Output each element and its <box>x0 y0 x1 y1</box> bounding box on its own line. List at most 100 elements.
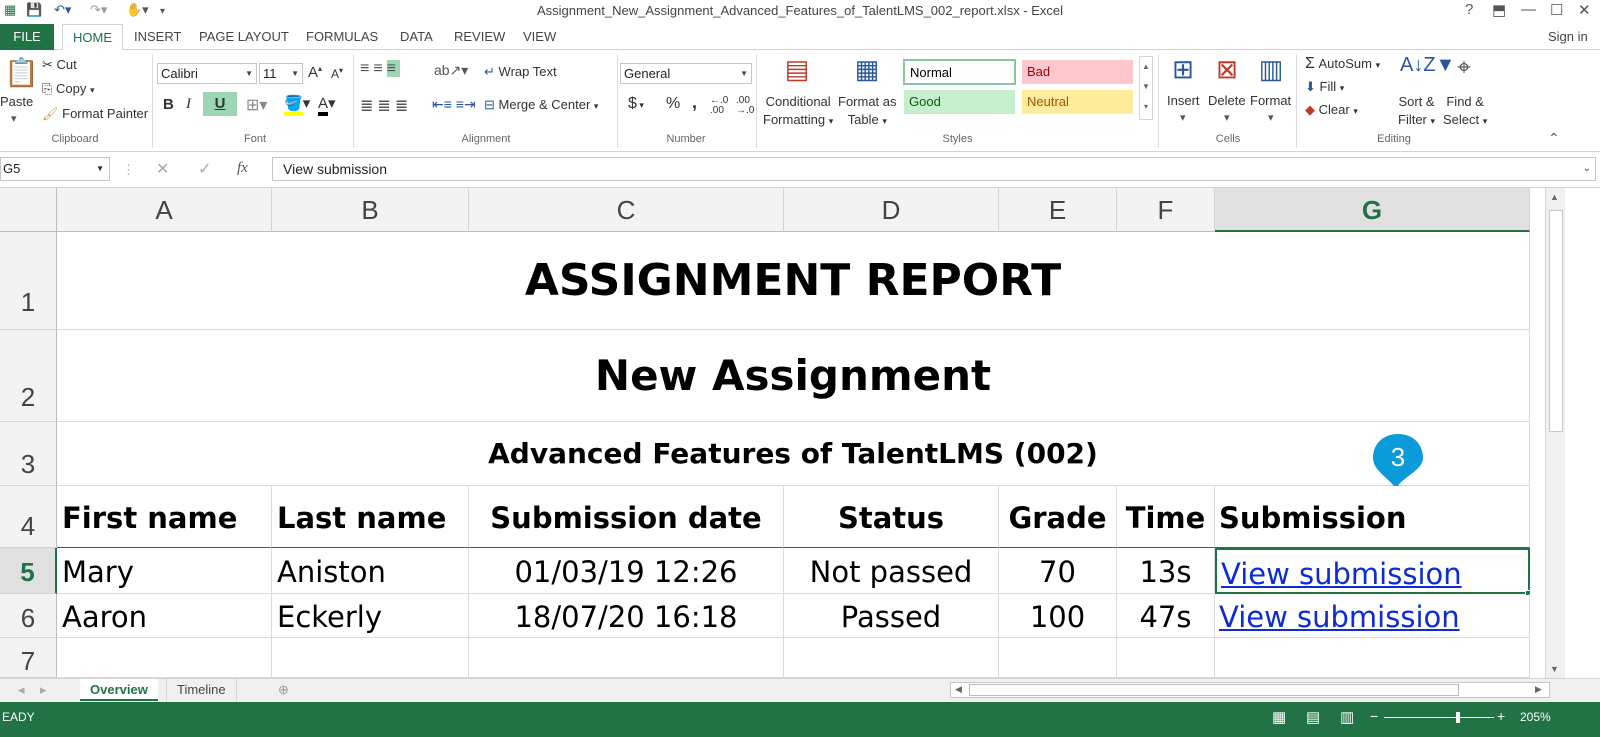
column-header-c[interactable]: C <box>469 188 784 232</box>
vertical-align-icons[interactable]: ≡≡≡ <box>360 60 401 78</box>
empty-cell[interactable] <box>784 638 999 678</box>
report-title[interactable]: ASSIGNMENT REPORT <box>57 232 1530 330</box>
empty-cell[interactable] <box>57 638 272 678</box>
select-all-button[interactable] <box>0 188 57 232</box>
find-select-button[interactable]: Find & Select ▾ <box>1443 93 1487 130</box>
name-box[interactable]: G5 ▼ <box>0 157 110 181</box>
merge-center-button[interactable]: ⊟ Merge & Center ▾ <box>484 97 598 113</box>
fill-button[interactable]: ⬇ Fill ▾ <box>1305 79 1344 95</box>
empty-cell[interactable] <box>999 638 1117 678</box>
view-submission-link[interactable]: View submission <box>1215 594 1530 638</box>
tab-review[interactable]: REVIEW <box>444 24 515 50</box>
zoom-in-icon[interactable]: + <box>1497 708 1505 724</box>
styles-scroll-icon[interactable]: ▲ ▼ ▾ <box>1139 56 1153 120</box>
sign-in-link[interactable]: Sign in <box>1548 24 1588 50</box>
collapse-ribbon-icon[interactable]: ⌃ <box>1548 130 1560 147</box>
percent-button[interactable]: % <box>666 95 680 113</box>
indent-icons[interactable]: ⇤≡ ≡⇥ <box>432 96 476 113</box>
conditional-formatting-button[interactable]: Conditional Formatting ▾ <box>763 93 833 130</box>
zoom-level[interactable]: 205% <box>1520 710 1551 724</box>
increase-decimal-icon[interactable]: ←.0.00 <box>710 96 728 116</box>
clear-button[interactable]: ◆ Clear ▾ <box>1305 102 1358 118</box>
tab-home[interactable]: HOME <box>62 24 123 51</box>
style-good[interactable]: Good <box>903 89 1016 115</box>
cell-status[interactable]: Not passed <box>784 548 999 594</box>
maximize-icon[interactable]: ☐ <box>1550 1 1563 19</box>
scroll-down-icon[interactable]: ▼ <box>1550 664 1559 674</box>
font-size-select[interactable]: 11 ▼ <box>259 63 303 84</box>
tab-file[interactable]: FILE <box>0 24 54 50</box>
horizontal-scrollbar[interactable]: ◀ ▶ <box>950 682 1550 698</box>
shrink-font-icon[interactable]: A▾ <box>331 66 343 81</box>
insert-button[interactable]: Insert <box>1167 93 1200 108</box>
vertical-scrollbar[interactable]: ▲ ▼ <box>1545 188 1565 678</box>
orientation-icon[interactable]: ab↗▾ <box>434 62 468 79</box>
horizontal-align-icons[interactable]: ≣≣≣ <box>360 96 412 116</box>
wrap-text-button[interactable]: ↵ Wrap Text <box>484 64 557 80</box>
tab-insert[interactable]: INSERT <box>124 24 191 50</box>
expand-formula-icon[interactable]: ⌄ <box>1583 158 1591 180</box>
column-header-e[interactable]: E <box>999 188 1117 232</box>
cell-last-name[interactable]: Eckerly <box>272 594 469 638</box>
empty-cell[interactable] <box>469 638 784 678</box>
underline-button[interactable]: U <box>203 92 237 116</box>
format-arrow-icon[interactable]: ▾ <box>1268 111 1274 124</box>
delete-arrow-icon[interactable]: ▾ <box>1224 111 1230 124</box>
style-bad[interactable]: Bad <box>1021 59 1134 85</box>
insert-function-button[interactable]: fx <box>237 160 248 177</box>
cancel-icon[interactable]: ✕ <box>156 159 169 179</box>
cell-submission-date[interactable]: 01/03/19 12:26 <box>469 548 784 594</box>
row-header-4[interactable]: 4 <box>0 486 57 548</box>
header-first-name[interactable]: First name <box>57 486 272 548</box>
close-icon[interactable]: ✕ <box>1578 1 1591 19</box>
zoom-slider-thumb[interactable] <box>1456 712 1460 723</box>
assignment-name[interactable]: New Assignment <box>57 330 1530 422</box>
decrease-decimal-icon[interactable]: .00 →.0 <box>736 96 754 116</box>
header-status[interactable]: Status <box>784 486 999 548</box>
paste-arrow-icon[interactable]: ▾ <box>11 112 17 125</box>
empty-cell[interactable] <box>1117 638 1215 678</box>
sheet-tab-overview[interactable]: Overview <box>80 679 158 701</box>
cell-grade[interactable]: 100 <box>999 594 1117 638</box>
format-painter-button[interactable]: 🖌 Format Painter <box>42 106 148 122</box>
row-header-7[interactable]: 7 <box>0 638 57 678</box>
tab-data[interactable]: DATA <box>390 24 443 50</box>
ribbon-display-icon[interactable]: ⬒ <box>1492 1 1506 19</box>
cell-first-name[interactable]: Aaron <box>57 594 272 638</box>
zoom-out-icon[interactable]: − <box>1370 708 1378 724</box>
row-header-2[interactable]: 2 <box>0 330 57 422</box>
hscroll-thumb[interactable] <box>969 684 1459 696</box>
paste-icon[interactable]: 📋 <box>4 56 39 89</box>
font-name-select[interactable]: Calibri ▼ <box>157 63 257 84</box>
column-header-g[interactable]: G <box>1215 188 1530 232</box>
sort-filter-button[interactable]: Sort & Filter ▾ <box>1398 93 1435 130</box>
format-button[interactable]: Format <box>1250 93 1291 108</box>
normal-view-icon[interactable]: ▦ <box>1272 708 1286 726</box>
enter-icon[interactable]: ✓ <box>198 159 211 179</box>
sheet-tab-timeline[interactable]: Timeline <box>166 679 237 701</box>
formula-input[interactable]: View submission ⌄ <box>272 157 1596 181</box>
zoom-slider[interactable] <box>1384 712 1494 723</box>
tab-view[interactable]: VIEW <box>513 24 566 50</box>
comma-button[interactable]: , <box>692 92 697 113</box>
column-header-b[interactable]: B <box>272 188 469 232</box>
page-break-view-icon[interactable]: ▥ <box>1340 708 1354 726</box>
cell-last-name[interactable]: Aniston <box>272 548 469 594</box>
column-header-f[interactable]: F <box>1117 188 1215 232</box>
scrollbar-thumb[interactable] <box>1549 210 1563 432</box>
header-last-name[interactable]: Last name <box>272 486 469 548</box>
cell-submission-date[interactable]: 18/07/20 16:18 <box>469 594 784 638</box>
header-submission-date[interactable]: Submission date <box>469 486 784 548</box>
style-normal[interactable]: Normal <box>903 59 1016 85</box>
tab-formulas[interactable]: FORMULAS <box>296 24 388 50</box>
scroll-left-icon[interactable]: ◀ <box>955 684 962 695</box>
number-format-select[interactable]: General ▼ <box>620 63 752 84</box>
borders-icon[interactable]: ⊞▾ <box>246 95 267 115</box>
help-button[interactable]: ? <box>1465 1 1473 18</box>
grow-font-icon[interactable]: A▴ <box>308 64 322 81</box>
cell-first-name[interactable]: Mary <box>57 548 272 594</box>
add-sheet-icon[interactable]: ⊕ <box>268 679 299 701</box>
cell-time[interactable]: 47s <box>1117 594 1215 638</box>
cell-status[interactable]: Passed <box>784 594 999 638</box>
insert-arrow-icon[interactable]: ▾ <box>1180 111 1186 124</box>
